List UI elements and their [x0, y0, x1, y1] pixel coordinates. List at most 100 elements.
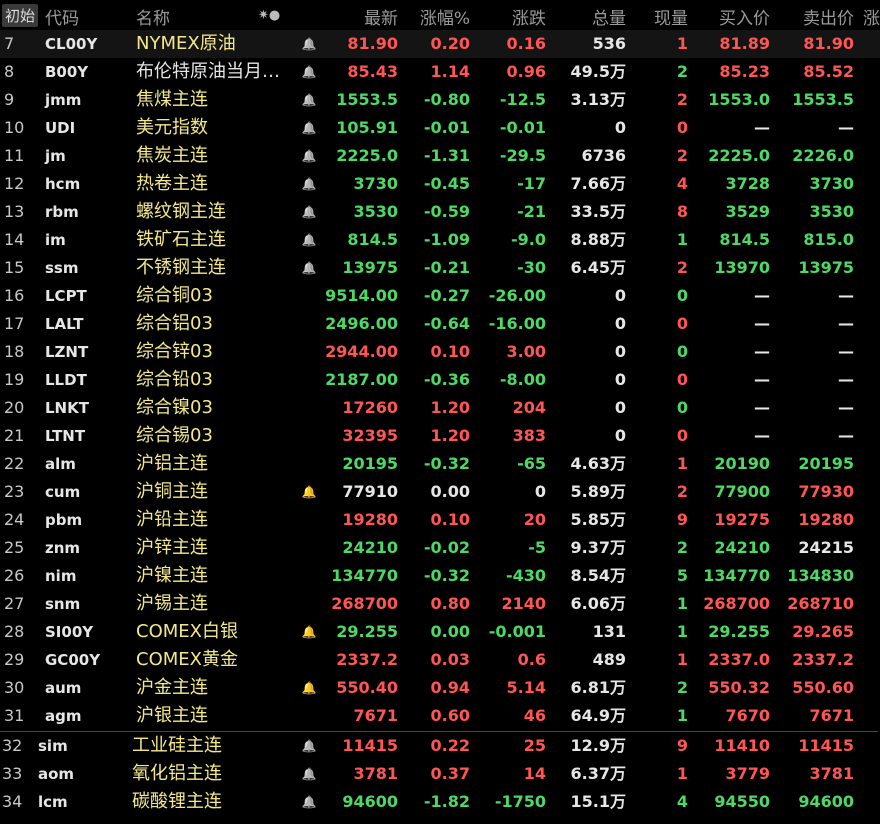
contract-name: 工业硅主连 — [132, 735, 222, 756]
bid-price: 85.23 — [719, 62, 770, 81]
header-name[interactable]: 名称 — [136, 4, 170, 29]
table-row[interactable]: 23 cum 沪铜主连 🔔 77910 0.00 0 5.89万 2 77900 77930 — [0, 478, 880, 506]
bell-icon[interactable]: 🔔 — [300, 618, 318, 646]
table-row[interactable]: 20 LNKT 综合镍03 17260 1.20 204 0 0 — — — [0, 394, 880, 422]
bell-icon[interactable]: 🔔 — [300, 58, 318, 86]
contract-name: COMEX黄金 — [136, 649, 238, 670]
change-amount: -0.01 — [499, 118, 546, 137]
ask-price: — — [838, 314, 854, 333]
header-code[interactable]: 代码 — [45, 4, 79, 29]
table-row[interactable]: 8 B00Y 布伦特原油当月… 🔔 85.43 1.14 0.96 49.5万 2 85.23 85… — [0, 58, 880, 86]
bell-icon[interactable]: 🔔 — [300, 226, 318, 254]
contract-code: alm — [45, 455, 76, 473]
table-row[interactable]: 31 agm 沪银主连 7671 0.60 46 64.9万 1 7670 7671 — [0, 702, 880, 730]
change-amount: -8.00 — [499, 370, 546, 389]
change-amount: 14 — [523, 764, 546, 783]
contract-code: cum — [45, 483, 81, 501]
current-volume: 9 — [676, 510, 688, 529]
header-cur[interactable]: 现量 — [630, 4, 688, 29]
header-ask[interactable]: 卖出价 — [772, 4, 854, 29]
bell-icon[interactable]: 🔔 — [300, 788, 318, 816]
bell-icon[interactable]: 🔔 — [300, 254, 318, 282]
table-row[interactable]: 33 aom 氧化铝主连 🔔 3781 0.37 14 6.37万 1 3779 3781 — [0, 760, 880, 788]
bell-icon[interactable]: 🔔 — [300, 732, 318, 760]
bell-icon[interactable]: 🔔 — [300, 198, 318, 226]
change-amount: -65 — [517, 454, 546, 473]
bid-price: 134770 — [703, 566, 770, 585]
table-row[interactable]: 28 SI00Y COMEX白银 🔔 29.255 0.00 -0.001 131 1 29.25… — [0, 618, 880, 646]
bid-price: 81.89 — [719, 34, 770, 53]
last-price: 2225.0 — [336, 146, 398, 165]
header-pct[interactable]: 涨幅% — [400, 4, 470, 29]
change-percent: -0.27 — [423, 286, 470, 305]
table-row[interactable]: 10 UDI 美元指数 🔔 105.91 -0.01 -0.01 0 0 — — — [0, 114, 880, 142]
table-row[interactable]: 9 jmm 焦煤主连 🔔 1553.5 -0.80 -12.5 3.13万 2 1553.0 155… — [0, 86, 880, 114]
contract-name: 沪铅主连 — [136, 509, 208, 530]
table-row[interactable]: 12 hcm 热卷主连 🔔 3730 -0.45 -17 7.66万 4 3728 3730 — [0, 170, 880, 198]
change-percent: 0.10 — [430, 510, 470, 529]
header-chg[interactable]: 涨跌 — [472, 4, 546, 29]
contract-name: 焦炭主连 — [136, 145, 208, 166]
last-price: 24210 — [342, 538, 398, 557]
star-dot-icon[interactable]: ✷● — [258, 8, 280, 23]
table-row[interactable]: 32 sim 工业硅主连 🔔 11415 0.22 25 12.9万 9 11410 11415 — [0, 732, 880, 760]
table-row[interactable]: 24 pbm 沪铅主连 19280 0.10 20 5.85万 9 19275 19280 — [0, 506, 880, 534]
current-volume: 8 — [676, 202, 688, 221]
last-price: 7671 — [353, 706, 398, 725]
contract-code: jm — [45, 147, 66, 165]
change-percent: 0.22 — [430, 736, 470, 755]
bell-icon[interactable]: 🔔 — [300, 478, 318, 506]
current-volume: 5 — [676, 566, 688, 585]
table-row[interactable]: 15 ssm 不锈钢主连 🔔 13975 -0.21 -30 6.45万 2 13970 13975 — [0, 254, 880, 282]
current-volume: 2 — [676, 258, 688, 277]
table-row[interactable]: 11 jm 焦炭主连 🔔 2225.0 -1.31 -29.5 6736 2 2225.0 2226… — [0, 142, 880, 170]
contract-code: CL00Y — [45, 35, 98, 53]
table-row[interactable]: 16 LCPT 综合铜03 9514.00 -0.27 -26.00 0 0 — — — [0, 282, 880, 310]
current-volume: 1 — [676, 622, 688, 641]
contract-name: 沪锌主连 — [136, 537, 208, 558]
init-tag[interactable]: 初始 — [2, 4, 39, 27]
ask-price: 550.60 — [792, 678, 854, 697]
last-price: 3730 — [353, 174, 398, 193]
row-index: 17 — [4, 314, 25, 333]
bell-icon[interactable]: 🔔 — [300, 170, 318, 198]
table-row[interactable]: 13 rbm 螺纹钢主连 🔔 3530 -0.59 -21 33.5万 8 3529 3530 — [0, 198, 880, 226]
contract-name: 综合锌03 — [136, 341, 213, 362]
bell-icon[interactable]: 🔔 — [300, 142, 318, 170]
bell-icon[interactable]: 🔔 — [300, 674, 318, 702]
total-volume: 7.66万 — [570, 174, 626, 193]
header-last[interactable]: 最新 — [320, 4, 398, 29]
header-vol[interactable]: 总量 — [548, 4, 626, 29]
bell-icon[interactable]: 🔔 — [300, 760, 318, 788]
contract-name: 综合铅03 — [136, 369, 213, 390]
table-row[interactable]: 18 LZNT 综合锌03 2944.00 0.10 3.00 0 0 — — — [0, 338, 880, 366]
row-index: 30 — [4, 678, 25, 697]
table-row[interactable]: 21 LTNT 综合锡03 32395 1.20 383 0 0 — — — [0, 422, 880, 450]
bell-icon[interactable]: 🔔 — [300, 30, 318, 58]
table-row[interactable]: 30 aum 沪金主连 🔔 550.40 0.94 5.14 6.81万 2 550.32 550.… — [0, 674, 880, 702]
table-row[interactable]: 17 LALT 综合铝03 2496.00 -0.64 -16.00 0 0 — — — [0, 310, 880, 338]
bell-icon[interactable]: 🔔 — [300, 114, 318, 142]
ask-price: 29.265 — [792, 622, 854, 641]
change-percent: 0.60 — [430, 706, 470, 725]
table-row[interactable]: 7 CL00Y NYMEX原油 🔔 81.90 0.20 0.16 536 1 81.89 81.9… — [0, 30, 880, 58]
table-row[interactable]: 19 LLDT 综合铅03 2187.00 -0.36 -8.00 0 0 — — — [0, 366, 880, 394]
header-extra[interactable]: 涨 — [863, 4, 880, 29]
row-index: 18 — [4, 342, 25, 361]
header-bid[interactable]: 买入价 — [690, 4, 770, 29]
change-percent: -0.80 — [423, 90, 470, 109]
table-row[interactable]: 27 snm 沪锡主连 268700 0.80 2140 6.06万 1 268700 26871… — [0, 590, 880, 618]
table-row[interactable]: 14 im 铁矿石主连 🔔 814.5 -1.09 -9.0 8.88万 1 814.5 815.0 — [0, 226, 880, 254]
table-row[interactable]: 22 alm 沪铝主连 20195 -0.32 -65 4.63万 1 20190 20195 — [0, 450, 880, 478]
bell-icon[interactable]: 🔔 — [300, 86, 318, 114]
table-row[interactable]: 29 GC00Y COMEX黄金 2337.2 0.03 0.6 489 1 2337.0 233… — [0, 646, 880, 674]
bid-price: 19275 — [714, 510, 770, 529]
last-price: 2496.00 — [325, 314, 398, 333]
ask-price: 13975 — [798, 258, 854, 277]
last-price: 105.91 — [336, 118, 398, 137]
table-row[interactable]: 34 lcm 碳酸锂主连 🔔 94600 -1.82 -1750 15.1万 4 94550 946… — [0, 788, 880, 816]
table-row[interactable]: 25 znm 沪锌主连 24210 -0.02 -5 9.37万 2 24210 24215 — [0, 534, 880, 562]
total-volume: 0 — [614, 426, 626, 445]
change-amount: 20 — [523, 510, 546, 529]
table-row[interactable]: 26 nim 沪镍主连 134770 -0.32 -430 8.54万 5 134770 1348… — [0, 562, 880, 590]
